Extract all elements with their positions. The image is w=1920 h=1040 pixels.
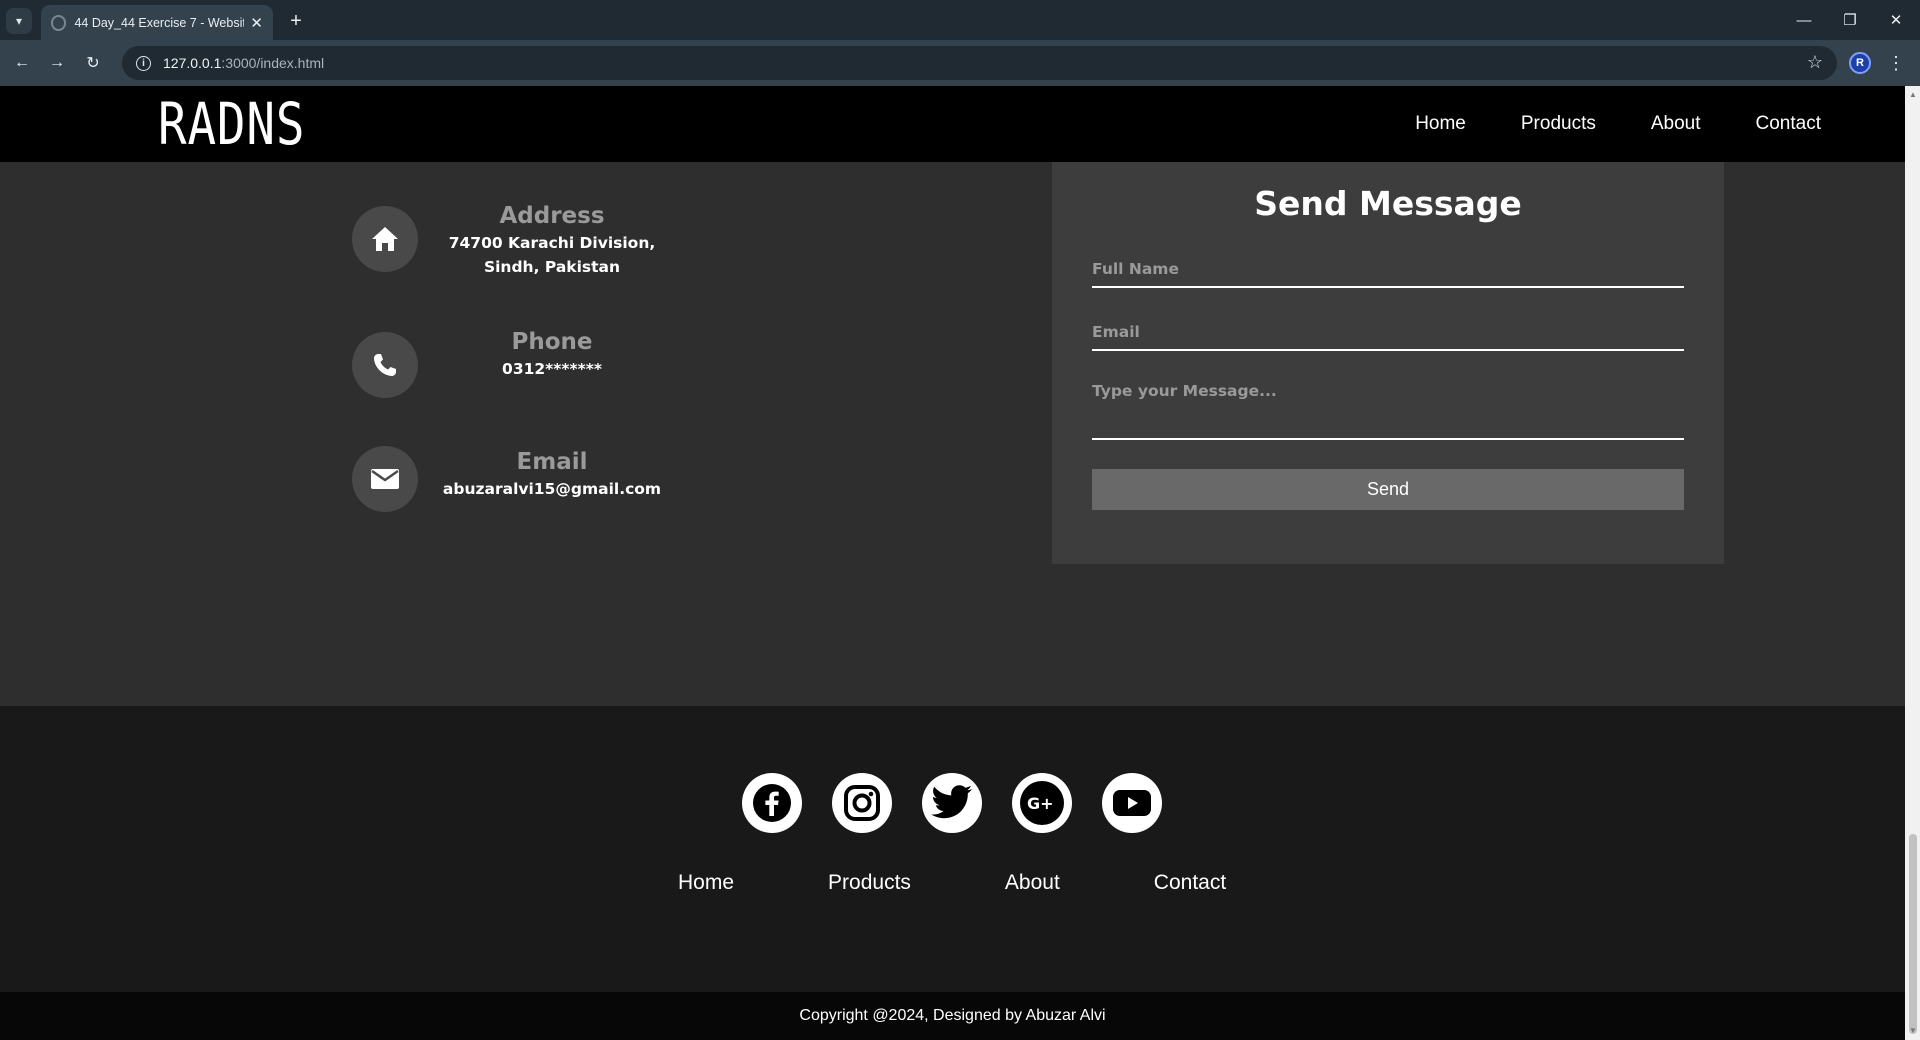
- youtube-icon[interactable]: [1102, 773, 1162, 833]
- browser-toolbar: ← → ↻ i 127.0.0.1:3000/index.html ☆ R ⋮: [0, 40, 1920, 86]
- close-window-button[interactable]: ✕: [1878, 6, 1914, 34]
- email-title: Email: [516, 449, 588, 475]
- phone-title: Phone: [511, 329, 593, 355]
- chevron-down-icon: ▾: [15, 14, 23, 28]
- footer-link-home[interactable]: Home: [678, 871, 734, 895]
- copyright-text: Copyright @2024, Designed by Abuzar Alvi: [799, 1007, 1106, 1024]
- instagram-icon[interactable]: [832, 773, 892, 833]
- address-bar[interactable]: i 127.0.0.1:3000/index.html ☆: [122, 46, 1837, 80]
- close-icon: ✕: [1889, 12, 1903, 29]
- site-header: RADNS Home Products About Contact: [0, 86, 1905, 162]
- twitter-icon[interactable]: [922, 773, 982, 833]
- address-info: Address 74700 Karachi Division, Sindh, P…: [352, 203, 772, 276]
- url-host: 127.0.0.1: [163, 55, 222, 71]
- minimize-button[interactable]: —: [1786, 6, 1822, 34]
- plus-icon: +: [290, 9, 302, 32]
- footer-link-products[interactable]: Products: [828, 871, 911, 895]
- bookmark-star-icon[interactable]: ☆: [1807, 52, 1823, 73]
- facebook-icon[interactable]: [742, 773, 802, 833]
- minimize-icon: —: [1796, 11, 1812, 29]
- message-textarea[interactable]: [1092, 380, 1684, 440]
- arrow-right-icon: →: [49, 54, 65, 71]
- mail-icon: [352, 446, 418, 512]
- browser-tab-strip: ▾ 44 Day_44 Exercise 7 - Website ✕ + — ❐…: [0, 0, 1920, 40]
- forward-button[interactable]: →: [43, 49, 71, 77]
- browser-menu-icon[interactable]: ⋮: [1886, 49, 1906, 77]
- close-tab-icon[interactable]: ✕: [250, 14, 263, 32]
- new-tab-button[interactable]: +: [283, 8, 309, 34]
- site-logo[interactable]: RADNS: [158, 94, 305, 154]
- tab-search-button[interactable]: ▾: [6, 8, 32, 34]
- address-line-1: 74700 Karachi Division,: [448, 234, 656, 252]
- tab-title: 44 Day_44 Exercise 7 - Website: [74, 15, 245, 30]
- svg-text:G+: G+: [1027, 794, 1054, 813]
- scroll-up-icon[interactable]: ▲: [1909, 90, 1917, 99]
- reload-icon: ↻: [86, 55, 100, 72]
- scroll-down-icon[interactable]: ▼: [1909, 1026, 1917, 1035]
- nav-link-contact[interactable]: Contact: [1756, 113, 1821, 135]
- browser-tab[interactable]: 44 Day_44 Exercise 7 - Website ✕: [41, 5, 273, 40]
- send-message-form: Send Message Send: [1052, 162, 1724, 564]
- phone-value: 0312*******: [502, 360, 602, 378]
- footer-nav: Home Products About Contact: [678, 871, 1226, 895]
- site-footer: G+ Home Products About Contact: [0, 706, 1905, 992]
- restore-icon: ❐: [1843, 12, 1857, 29]
- reload-button[interactable]: ↻: [79, 49, 107, 77]
- url-path: :3000/index.html: [221, 55, 325, 71]
- page-viewport: RADNS Home Products About Contact Addres…: [0, 86, 1905, 1040]
- nav-link-home[interactable]: Home: [1415, 113, 1466, 135]
- site-info-icon[interactable]: i: [136, 55, 151, 71]
- email-info: Email abuzaralvi15@gmail.com: [352, 446, 772, 512]
- full-name-input[interactable]: [1092, 254, 1684, 288]
- profile-avatar[interactable]: R: [1849, 52, 1871, 74]
- google-plus-icon[interactable]: G+: [1012, 773, 1072, 833]
- footer-link-about[interactable]: About: [1005, 871, 1060, 895]
- favicon-icon: [51, 14, 67, 31]
- nav-link-about[interactable]: About: [1651, 113, 1701, 135]
- phone-icon: [352, 332, 418, 398]
- address-title: Address: [499, 203, 605, 229]
- arrow-left-icon: ←: [14, 54, 30, 71]
- back-button[interactable]: ←: [8, 49, 36, 77]
- email-value: abuzaralvi15@gmail.com: [442, 480, 662, 498]
- send-button[interactable]: Send: [1092, 469, 1684, 510]
- nav-link-products[interactable]: Products: [1521, 113, 1596, 135]
- copyright-bar: Copyright @2024, Designed by Abuzar Alvi: [0, 992, 1905, 1040]
- scrollbar-thumb[interactable]: [1909, 834, 1917, 1034]
- page-scrollbar[interactable]: ▲ ▼: [1905, 86, 1920, 1040]
- address-line-2: Sindh, Pakistan: [483, 258, 621, 276]
- restore-button[interactable]: ❐: [1832, 6, 1868, 34]
- top-nav: Home Products About Contact: [1415, 86, 1821, 162]
- form-title: Send Message: [1254, 184, 1522, 223]
- home-icon: [352, 206, 418, 272]
- phone-info: Phone 0312*******: [352, 329, 772, 398]
- social-links: G+: [742, 773, 1162, 833]
- footer-link-contact[interactable]: Contact: [1154, 871, 1226, 895]
- email-input[interactable]: [1092, 317, 1684, 351]
